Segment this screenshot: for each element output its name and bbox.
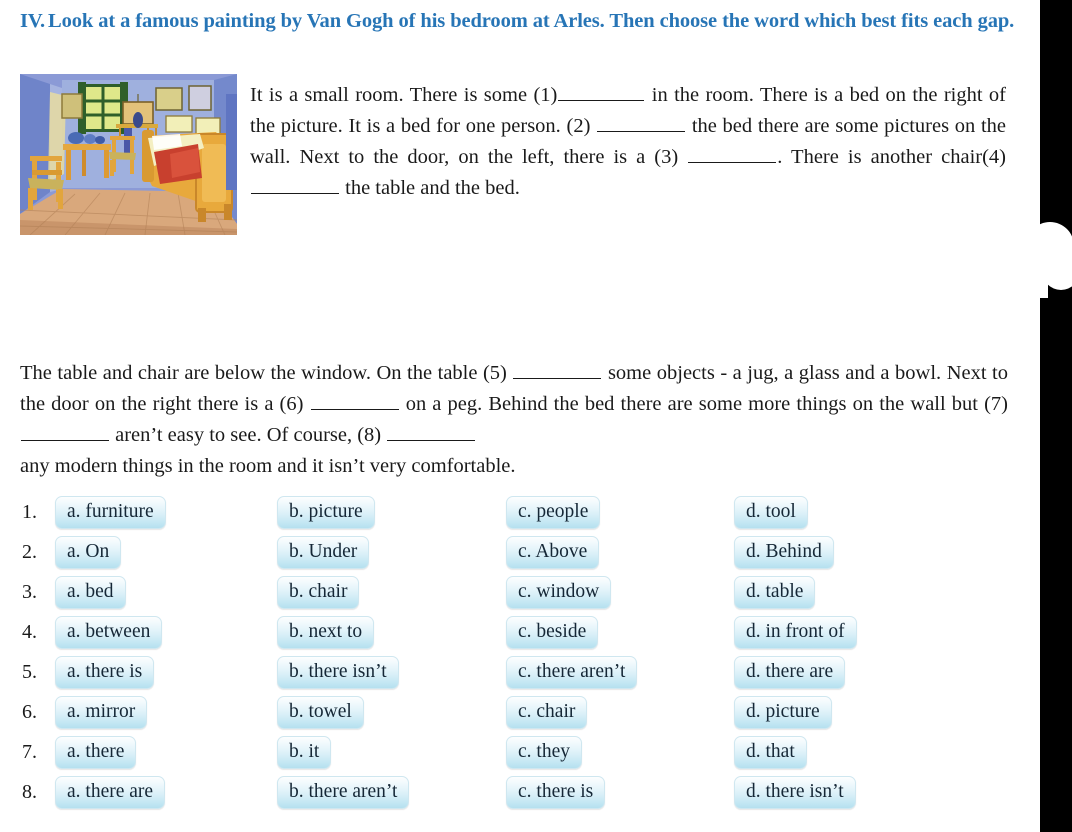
exercise-heading: IV. Look at a famous painting by Van Gogh… [20,8,1020,35]
passage-text-1: It is a small room. There is some (1) [250,84,558,106]
option-3-c[interactable]: c. window [506,576,612,609]
option-row-number: 1. [22,501,37,523]
option-row-number: 4. [22,621,37,643]
option-2-b[interactable]: b. Under [277,536,370,569]
option-1-d[interactable]: d. tool [734,496,808,529]
option-8-c[interactable]: c. there is [506,776,606,809]
passage-text-5: the table and the bed. [345,177,520,199]
option-5-c[interactable]: c. there aren’t [506,656,638,689]
option-row-3: 3. a. bed b. chair c. window d. table [0,574,1000,614]
option-4-b[interactable]: b. next to [277,616,375,649]
option-5-a[interactable]: a. there is [55,656,155,689]
gap-blank-3[interactable] [688,145,777,163]
option-row-number: 3. [22,581,37,603]
option-row-7: 7. a. there b. it c. they d. that [0,734,1000,774]
passage-paragraph-2: The table and chair are below the window… [20,358,1008,482]
option-row-number: 5. [22,661,37,683]
option-row-number: 2. [22,541,37,563]
option-7-b[interactable]: b. it [277,736,332,769]
option-2-d[interactable]: d. Behind [734,536,834,569]
gap-blank-5[interactable] [513,361,602,379]
option-1-a[interactable]: a. furniture [55,496,166,529]
option-2-a[interactable]: a. On [55,536,122,569]
option-3-b[interactable]: b. chair [277,576,360,609]
gap-blank-6[interactable] [310,392,399,410]
option-7-c[interactable]: c. they [506,736,582,769]
option-row-8: 8. a. there are b. there aren’t c. there… [0,774,1000,814]
option-5-b[interactable]: b. there isn’t [277,656,399,689]
gap-blank-2[interactable] [597,114,686,132]
passage-text-9: aren’t easy to see. Of course, (8) [115,424,382,446]
passage-paragraph-1: It is a small room. There is some (1) in… [250,80,1006,204]
option-1-c[interactable]: c. people [506,496,601,529]
option-6-a[interactable]: a. mirror [55,696,148,729]
option-7-a[interactable]: a. there [55,736,137,769]
option-6-c[interactable]: c. chair [506,696,588,729]
option-row-number: 6. [22,701,37,723]
exercise-instruction: Look at a famous painting by Van Gogh of… [48,10,1015,32]
option-4-a[interactable]: a. between [55,616,163,649]
option-row-6: 6. a. mirror b. towel c. chair d. pictur… [0,694,1000,734]
option-4-c[interactable]: c. beside [506,616,599,649]
option-4-d[interactable]: d. in front of [734,616,857,649]
option-row-1: 1. a. furniture b. picture c. people d. … [0,494,1000,534]
option-row-number: 7. [22,741,37,763]
option-1-b[interactable]: b. picture [277,496,375,529]
option-3-a[interactable]: a. bed [55,576,126,609]
option-6-b[interactable]: b. towel [277,696,364,729]
worksheet-page: IV. Look at a famous painting by Van Gogh… [0,0,1040,832]
option-3-d[interactable]: d. table [734,576,816,609]
option-8-d[interactable]: d. there isn’t [734,776,856,809]
option-row-4: 4. a. between b. next to c. beside d. in… [0,614,1000,654]
option-8-b[interactable]: b. there aren’t [277,776,410,809]
gap-blank-7[interactable] [21,423,109,441]
gap-blank-4[interactable] [251,176,339,194]
option-8-a[interactable]: a. there are [55,776,166,809]
option-5-d[interactable]: d. there are [734,656,846,689]
gap-blank-1[interactable] [558,83,645,101]
option-row-2: 2. a. On b. Under c. Above d. Behind [0,534,1000,574]
passage-text-4: . There is another chair(4) [777,146,1006,168]
answer-options-list: 1. a. furniture b. picture c. people d. … [0,494,1000,814]
scan-artifact-circle-bottom [1042,252,1072,290]
option-2-c[interactable]: c. Above [506,536,600,569]
option-6-d[interactable]: d. picture [734,696,832,729]
scan-edge-gutter [1026,0,1072,832]
exercise-number: IV. [20,10,45,32]
passage-text-6: The table and chair are below the window… [20,362,507,384]
option-7-d[interactable]: d. that [734,736,807,769]
passage-text-10: any modern things in the room and it isn… [20,455,516,477]
option-row-number: 8. [22,781,37,803]
passage-text-8: on a peg. Behind the bed there are some … [405,393,1009,415]
gap-blank-8[interactable] [387,423,476,441]
van-gogh-bedroom-painting [20,74,237,235]
option-row-5: 5. a. there is b. there isn’t c. there a… [0,654,1000,694]
painting-illustration [20,74,237,235]
